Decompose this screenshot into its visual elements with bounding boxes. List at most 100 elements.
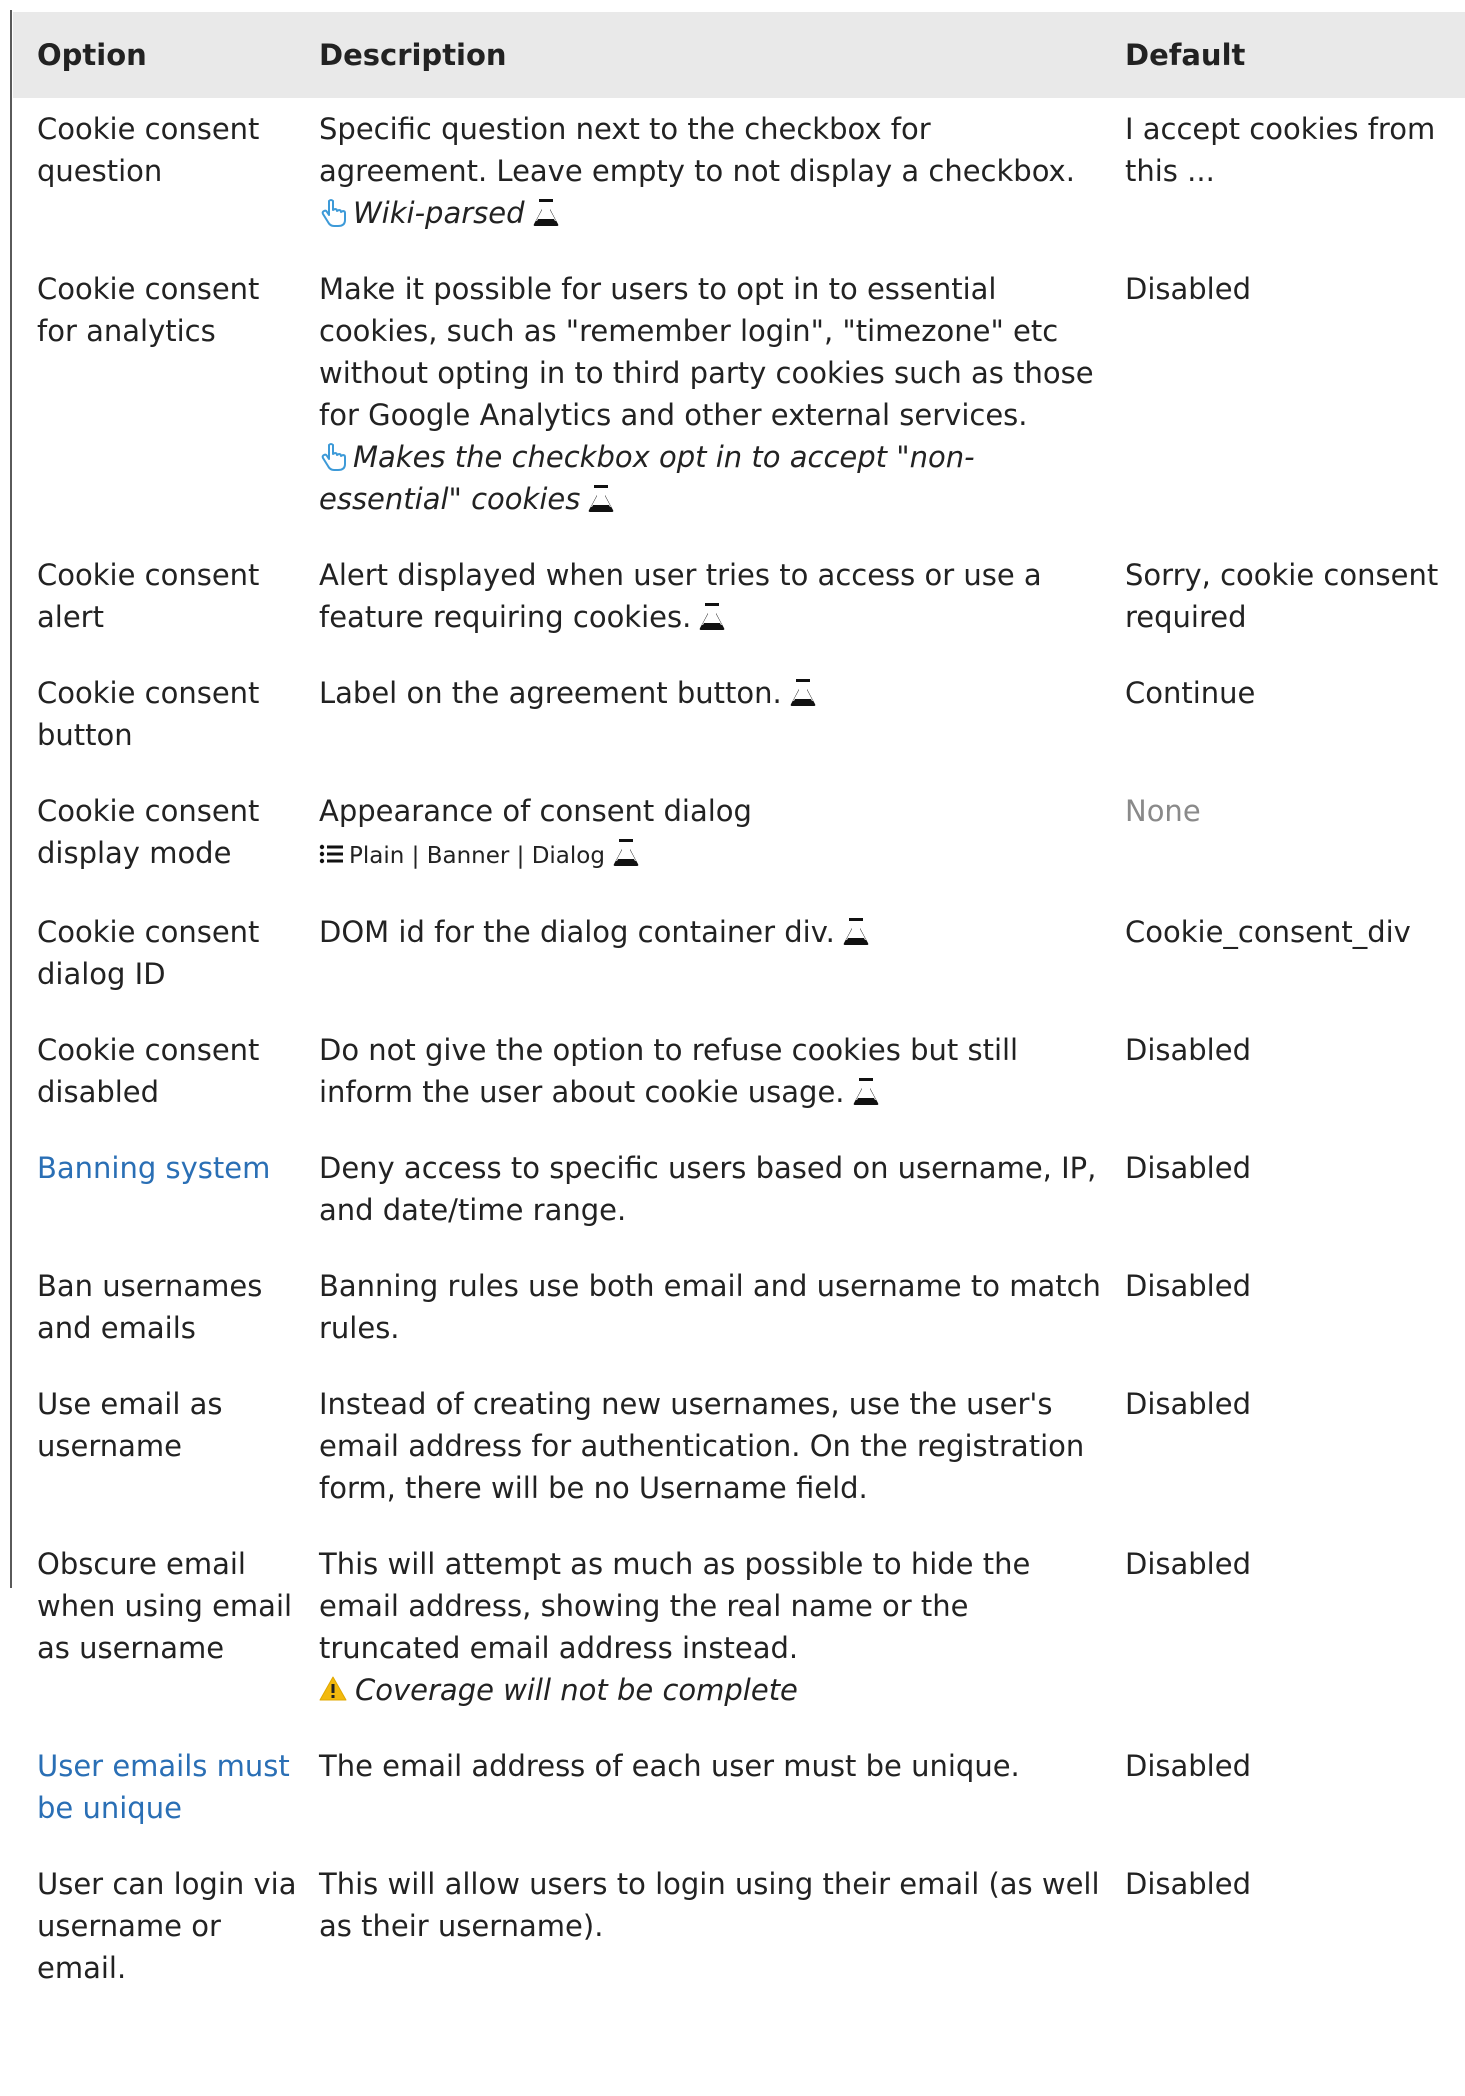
option-cell: Use email as username [13,1373,309,1533]
option-label: Cookie consent for analytics [37,272,260,348]
table-row: Cookie consent for analytics Make it pos… [13,258,1465,544]
description-cell: Label on the agreement button. [309,662,1115,780]
default-cell: Disabled [1115,1853,1465,2013]
experimental-flask-icon [790,679,816,706]
description-cell: This will allow users to login using the… [309,1853,1115,2013]
description-cell: Deny access to specific users based on u… [309,1137,1115,1255]
description-cell: Instead of creating new usernames, use t… [309,1373,1115,1533]
default-cell: Disabled [1115,1373,1465,1533]
table-row: Cookie consent disabled Do not give the … [13,1019,1465,1137]
default-cell: Disabled [1115,1137,1465,1255]
description-text: Specific question next to the checkbox f… [319,112,1075,188]
default-value: Disabled [1125,1151,1251,1185]
table-row: Obscure email when using email as userna… [13,1533,1465,1735]
option-cell: Cookie consent question [13,98,309,258]
analytics-note: Makes the checkbox opt in to accept "non… [319,440,975,516]
default-value: Continue [1125,676,1256,710]
default-cell: Disabled [1115,1255,1465,1373]
table-row: Cookie consent display mode Appearance o… [13,780,1465,901]
experimental-flask-icon [588,485,614,512]
table-row: Use email as username Instead of creatin… [13,1373,1465,1533]
experimental-flask-icon [533,199,558,226]
description-cell: Specific question next to the checkbox f… [309,98,1115,258]
description-cell: Alert displayed when user tries to acces… [309,544,1115,662]
default-value: Disabled [1125,1547,1251,1581]
description-text: This will allow users to login using the… [319,1867,1100,1943]
option-label: Cookie consent disabled [37,1033,260,1109]
preferences-table: Option Description Default Cookie consen… [13,12,1465,2013]
table-row: Banning system Deny access to specific u… [13,1137,1465,1255]
display-mode-options: Plain | Banner | Dialog [349,843,605,869]
header-default: Default [1125,38,1246,72]
left-border-rule [10,10,12,1588]
default-value: Disabled [1125,272,1251,306]
page: Option Description Default Cookie consen… [0,0,1465,2096]
default-value: Cookie_consent_div [1125,915,1411,949]
option-cell: User can login via username or email. [13,1853,309,2013]
description-text: Appearance of consent dialog [319,794,752,828]
preferences-table-wrapper: Option Description Default Cookie consen… [13,12,1465,2013]
table-row: Cookie consent question Specific questio… [13,98,1465,258]
description-text: Banning rules use both email and usernam… [319,1269,1101,1345]
default-value: I accept cookies from this ... [1125,112,1436,188]
default-value: Disabled [1125,1867,1251,1901]
header-description: Description [319,38,507,72]
table-row: Ban usernames and emails Banning rules u… [13,1255,1465,1373]
default-value: Disabled [1125,1749,1251,1783]
pointing-hand-icon [321,199,346,227]
table-row: User can login via username or email. Th… [13,1853,1465,2013]
option-label: Cookie consent question [37,112,260,188]
wiki-parsed-note: Wiki-parsed [353,196,525,230]
description-cell: Do not give the option to refuse cookies… [309,1019,1115,1137]
experimental-flask-icon [843,918,869,945]
option-label: Cookie consent alert [37,558,260,634]
header-option: Option [37,38,147,72]
description-text: Make it possible for users to opt in to … [319,272,1094,432]
table-row: Cookie consent dialog ID DOM id for the … [13,901,1465,1019]
description-text: Deny access to specific users based on u… [319,1151,1097,1227]
description-text: Label on the agreement button. [319,676,782,710]
list-icon [319,844,343,864]
default-cell: Disabled [1115,1019,1465,1137]
default-value: None [1125,794,1201,828]
table-row: Cookie consent button Label on the agree… [13,662,1465,780]
description-cell: Make it possible for users to opt in to … [309,258,1115,544]
option-label: Cookie consent display mode [37,794,260,870]
description-text: DOM id for the dialog container div. [319,915,835,949]
warning-icon [319,1676,347,1701]
description-text: Alert displayed when user tries to acces… [319,558,1042,634]
description-text: Instead of creating new usernames, use t… [319,1387,1085,1505]
banning-system-link[interactable]: Banning system [37,1151,270,1185]
description-cell: This will attempt as much as possible to… [309,1533,1115,1735]
default-value: Disabled [1125,1033,1251,1067]
option-cell: Cookie consent alert [13,544,309,662]
option-label: Cookie consent button [37,676,260,752]
table-body: Cookie consent question Specific questio… [13,98,1465,2013]
experimental-flask-icon [613,839,639,866]
default-cell: Disabled [1115,1533,1465,1735]
option-label: Ban usernames and emails [37,1269,263,1345]
option-cell: Cookie consent button [13,662,309,780]
option-cell: Cookie consent display mode [13,780,309,901]
default-cell: I accept cookies from this ... [1115,98,1465,258]
user-emails-unique-link[interactable]: User emails must be unique [37,1749,290,1825]
pointing-hand-icon [321,443,346,471]
option-label: User can login via username or email. [37,1867,297,1985]
table-row: Cookie consent alert Alert displayed whe… [13,544,1465,662]
experimental-flask-icon [699,603,725,630]
coverage-warning: Coverage will not be complete [355,1673,798,1707]
default-cell: Sorry, cookie consent required [1115,544,1465,662]
option-cell: Banning system [13,1137,309,1255]
default-value: Disabled [1125,1387,1251,1421]
option-label: Use email as username [37,1387,223,1463]
experimental-flask-icon [853,1078,878,1105]
option-cell: Ban usernames and emails [13,1255,309,1373]
option-label: Cookie consent dialog ID [37,915,260,991]
description-cell: DOM id for the dialog container div. [309,901,1115,1019]
table-header-row: Option Description Default [13,12,1465,98]
default-cell: Disabled [1115,258,1465,544]
default-cell: Disabled [1115,1735,1465,1853]
default-value: Sorry, cookie consent required [1125,558,1439,634]
option-cell: Obscure email when using email as userna… [13,1533,309,1735]
table-header: Option Description Default [13,12,1465,98]
